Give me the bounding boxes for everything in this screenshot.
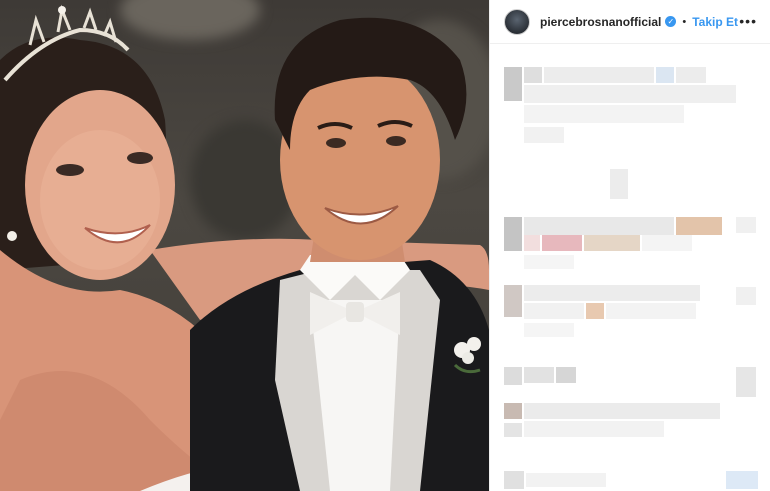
pixelated-text xyxy=(610,169,628,199)
pixelated-text xyxy=(676,217,722,235)
pixelated-text xyxy=(524,421,664,437)
pixelated-text xyxy=(526,473,606,487)
post-photo[interactable] xyxy=(0,0,489,491)
pixelated-avatar xyxy=(504,285,522,317)
pixelated-button xyxy=(726,471,758,489)
pixelated-text xyxy=(524,255,574,269)
pixelated-text xyxy=(736,367,756,397)
instagram-post: piercebrosnanofficial ✓ • Takip Et ••• xyxy=(0,0,770,491)
header-separator: • xyxy=(682,15,687,28)
post-side-panel: piercebrosnanofficial ✓ • Takip Et ••• xyxy=(489,0,770,491)
pixelated-text xyxy=(542,235,582,251)
pixelated-text xyxy=(676,67,706,83)
pixelated-text xyxy=(524,217,674,235)
pixelated-text xyxy=(524,105,684,123)
pixelated-text xyxy=(584,235,640,251)
more-horizontal-icon[interactable]: ••• xyxy=(739,14,757,28)
pixelated-text xyxy=(656,67,674,83)
pixelated-text xyxy=(606,303,696,319)
pixelated-avatar xyxy=(504,367,522,385)
pixelated-text xyxy=(504,423,522,437)
pixelated-text xyxy=(642,235,692,251)
pixelated-text xyxy=(524,127,564,143)
post-header: piercebrosnanofficial ✓ • Takip Et ••• xyxy=(490,0,770,44)
verified-badge-icon: ✓ xyxy=(665,16,677,27)
pixelated-text xyxy=(524,285,700,301)
pixelated-comments xyxy=(490,45,770,491)
pixelated-text xyxy=(556,367,576,383)
pixelated-text xyxy=(524,85,736,103)
pixelated-avatar xyxy=(504,67,522,101)
pixelated-avatar xyxy=(504,403,522,419)
username-link[interactable]: piercebrosnanofficial xyxy=(540,15,661,29)
pixelated-avatar xyxy=(504,217,522,251)
pixelated-text xyxy=(524,303,584,319)
avatar[interactable] xyxy=(504,8,530,35)
pixelated-text xyxy=(524,235,540,251)
pixelated-text xyxy=(524,323,574,337)
pixelated-text xyxy=(524,403,720,419)
wedding-couple-illustration xyxy=(0,4,489,491)
pixelated-text xyxy=(736,217,756,233)
pixelated-icon xyxy=(504,471,524,489)
pixelated-text xyxy=(524,367,554,383)
follow-button[interactable]: Takip Et xyxy=(692,15,738,29)
pixelated-text xyxy=(524,67,542,83)
pixelated-text xyxy=(586,303,604,319)
pixelated-text xyxy=(736,287,756,305)
pixelated-text xyxy=(544,67,654,83)
